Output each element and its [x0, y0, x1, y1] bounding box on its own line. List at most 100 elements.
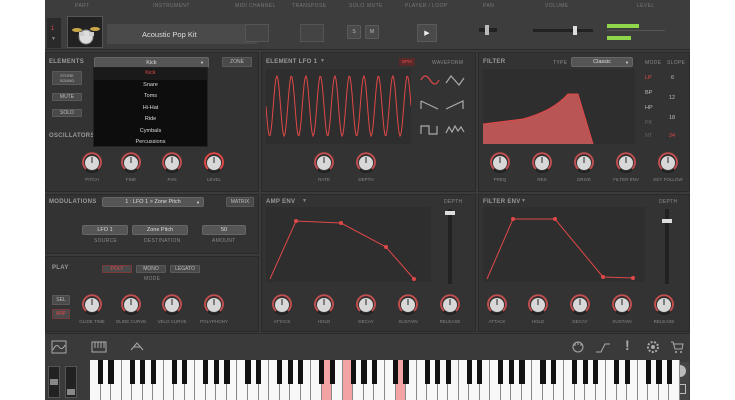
black-key[interactable]: [550, 360, 557, 384]
black-key[interactable]: [319, 360, 325, 384]
black-key[interactable]: [287, 360, 293, 384]
filter-knob-key-follow[interactable]: [657, 152, 679, 174]
black-key[interactable]: [371, 360, 378, 384]
filter-env-knob-release[interactable]: [653, 294, 675, 316]
filter-mode-bp[interactable]: BP: [645, 90, 652, 96]
waveform-icon[interactable]: [51, 340, 67, 354]
filter-knob-res[interactable]: [531, 152, 553, 174]
black-key[interactable]: [213, 360, 220, 384]
instrument-thumbnail[interactable]: [67, 16, 103, 48]
lfo-knob-rate[interactable]: [313, 152, 335, 174]
store-sound-button[interactable]: STORE SOUND: [52, 71, 82, 85]
play-knob-glide-time[interactable]: [81, 294, 103, 316]
filter-env-knob-decay[interactable]: [569, 294, 591, 316]
black-key[interactable]: [614, 360, 620, 384]
black-key[interactable]: [350, 360, 356, 384]
mode-mono-button[interactable]: MONO: [136, 265, 166, 273]
filter-type-dropdown[interactable]: Classic ▼: [571, 57, 633, 67]
black-key[interactable]: [182, 360, 188, 384]
menu-item-kick[interactable]: Kick: [94, 68, 207, 80]
amp-depth-slider[interactable]: [445, 209, 455, 284]
black-key[interactable]: [445, 360, 451, 384]
mod-wheel[interactable]: [65, 366, 77, 398]
random-wave-icon[interactable]: [445, 123, 465, 137]
solo-button[interactable]: S: [347, 25, 361, 39]
filter-env-dropdown-icon[interactable]: ▼: [521, 198, 526, 204]
osc-knob-level[interactable]: [203, 152, 225, 174]
sine-wave-icon[interactable]: [420, 73, 440, 87]
black-key[interactable]: [424, 360, 430, 384]
amp-env-knob-release[interactable]: [439, 294, 461, 316]
black-key[interactable]: [466, 360, 472, 384]
menu-item-percussions[interactable]: Percussions: [94, 137, 207, 149]
black-key[interactable]: [540, 360, 546, 384]
black-key[interactable]: [255, 360, 262, 384]
black-key[interactable]: [403, 360, 409, 384]
black-key[interactable]: [224, 360, 230, 384]
black-key[interactable]: [140, 360, 146, 384]
filter-env-depth-slider[interactable]: [662, 209, 672, 284]
black-key[interactable]: [298, 360, 304, 384]
amp-env-knob-attack[interactable]: [271, 294, 293, 316]
zone-button[interactable]: ZONE: [222, 57, 252, 67]
menu-item-hi-hat[interactable]: Hi-Hat: [94, 103, 207, 115]
osc-knob-pan[interactable]: [161, 152, 183, 174]
filter-slope-6[interactable]: 6: [671, 75, 674, 81]
cart-icon[interactable]: [670, 340, 684, 354]
black-key[interactable]: [477, 360, 483, 384]
mod-destination-dropdown[interactable]: Zone Pitch: [132, 225, 188, 235]
black-key[interactable]: [108, 360, 114, 384]
black-key[interactable]: [129, 360, 135, 384]
black-key[interactable]: [593, 360, 599, 384]
black-key[interactable]: [329, 360, 335, 384]
black-key[interactable]: [656, 360, 662, 384]
mod-slot-dropdown[interactable]: 1 : LFO 1 > Zone Pitch ▼: [102, 197, 204, 207]
filter-slope-12[interactable]: 12: [669, 95, 675, 101]
play-knob-polyphony[interactable]: [203, 294, 225, 316]
filter-knob-freq[interactable]: [489, 152, 511, 174]
settings-gear-icon[interactable]: [646, 340, 660, 354]
amp-env-knob-hold[interactable]: [313, 294, 335, 316]
piano-keyboard[interactable]: [90, 360, 680, 400]
triangle-wave-icon[interactable]: [445, 73, 465, 87]
mode-legato-button[interactable]: LEGATO: [170, 265, 200, 273]
square-wave-icon[interactable]: [420, 123, 440, 137]
osc-knob-pitch[interactable]: [81, 152, 103, 174]
hand-icon[interactable]: [571, 339, 585, 355]
instrument-name-field[interactable]: Acoustic Pop Kit: [107, 24, 257, 44]
black-key[interactable]: [97, 360, 104, 384]
mute-button[interactable]: M: [365, 25, 379, 39]
menu-item-ride[interactable]: Ride: [94, 114, 207, 126]
filter-mode-hp[interactable]: HP: [645, 105, 653, 111]
matrix-button[interactable]: MATRIX: [226, 197, 254, 207]
black-key[interactable]: [392, 360, 399, 384]
filter-slope-24[interactable]: 24: [669, 133, 675, 139]
info-icon[interactable]: !: [625, 337, 630, 353]
mode-poly-button[interactable]: POLY: [102, 265, 132, 273]
amp-env-knob-decay[interactable]: [355, 294, 377, 316]
play-button[interactable]: ▶: [417, 24, 437, 42]
black-key[interactable]: [582, 360, 588, 384]
black-key[interactable]: [498, 360, 504, 384]
black-key[interactable]: [519, 360, 525, 384]
ramp-down-icon[interactable]: [420, 98, 440, 112]
filter-env-knob-hold[interactable]: [527, 294, 549, 316]
mod-source-dropdown[interactable]: LFO 1: [82, 225, 128, 235]
play-knob-glide-curve[interactable]: [120, 294, 142, 316]
black-key[interactable]: [203, 360, 209, 384]
pitch-wheel[interactable]: [48, 366, 60, 398]
filter-env-knob-attack[interactable]: [486, 294, 508, 316]
midi-channel-field[interactable]: [245, 24, 269, 42]
filter-knob-filter-env[interactable]: [615, 152, 637, 174]
black-key[interactable]: [666, 360, 673, 384]
mod-amount-field[interactable]: 50: [202, 225, 246, 235]
black-key[interactable]: [277, 360, 283, 384]
part-selector[interactable]: 1 ▼: [47, 18, 61, 48]
black-key[interactable]: [435, 360, 441, 384]
curve-icon[interactable]: [595, 340, 611, 354]
element-solo-button[interactable]: SOLO: [52, 109, 82, 117]
arp-button[interactable]: ARP: [52, 309, 70, 319]
osc-knob-fine[interactable]: [120, 152, 142, 174]
filter-env-knob-sustain[interactable]: [611, 294, 633, 316]
black-key[interactable]: [645, 360, 651, 384]
